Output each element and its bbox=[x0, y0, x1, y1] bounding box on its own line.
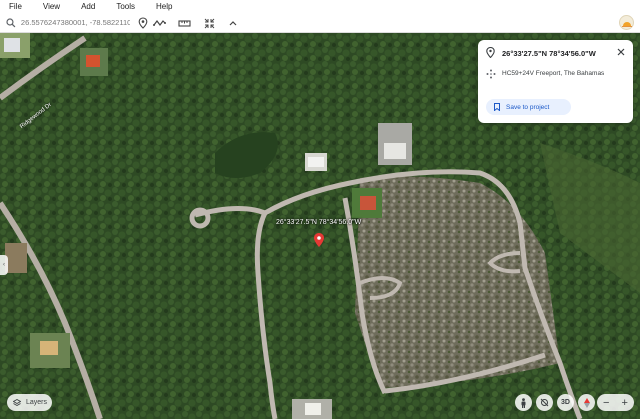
close-icon[interactable] bbox=[616, 47, 626, 57]
measure-button[interactable] bbox=[177, 16, 191, 30]
location-info-card: 26°33'27.5"N 78°34'56.0"W HC59+24V Freep… bbox=[478, 40, 633, 123]
dropped-pin-icon[interactable] bbox=[314, 233, 324, 247]
menu-help[interactable]: Help bbox=[156, 2, 172, 11]
menu-tools[interactable]: Tools bbox=[116, 2, 135, 11]
compass-icon bbox=[583, 397, 590, 408]
save-to-project-label: Save to project bbox=[506, 103, 550, 111]
bookmark-icon bbox=[494, 103, 500, 111]
path-tool-button[interactable] bbox=[152, 16, 166, 30]
plus-code-icon bbox=[486, 69, 496, 79]
location-pin-icon bbox=[486, 47, 495, 58]
side-panel-handle[interactable]: ‹ bbox=[0, 255, 8, 275]
zoom-in-button[interactable]: + bbox=[622, 397, 628, 409]
menu-add[interactable]: Add bbox=[81, 2, 95, 11]
menu-file[interactable]: File bbox=[9, 2, 22, 11]
pegman-icon bbox=[521, 397, 526, 408]
card-title: 26°33'27.5"N 78°34'56.0"W bbox=[502, 49, 596, 58]
chevron-up-icon bbox=[229, 21, 237, 26]
layers-label: Layers bbox=[26, 399, 48, 406]
search-icon bbox=[6, 17, 16, 27]
menu-bar: File View Add Tools Help bbox=[0, 0, 640, 12]
avatar[interactable] bbox=[619, 15, 634, 30]
zoom-out-button[interactable]: − bbox=[603, 397, 609, 409]
pin-tool-button[interactable] bbox=[136, 16, 150, 30]
sun-avatar-icon bbox=[621, 21, 632, 27]
pin-coordinate-label: 26°33'27.5"N 78°34'56.0"W bbox=[276, 219, 362, 226]
layers-icon bbox=[13, 398, 21, 406]
compass-button[interactable] bbox=[578, 394, 595, 411]
menu-view[interactable]: View bbox=[43, 2, 60, 11]
location-pin-icon bbox=[138, 17, 148, 29]
expand-toolbar-button[interactable] bbox=[226, 16, 240, 30]
save-to-project-button[interactable]: Save to project bbox=[486, 99, 571, 115]
collapse-icon bbox=[204, 18, 214, 28]
collapse-toolbar-button[interactable] bbox=[202, 16, 216, 30]
zoom-control: − + bbox=[597, 394, 634, 411]
ruler-icon bbox=[177, 19, 191, 27]
toggle-location-button[interactable] bbox=[536, 394, 553, 411]
path-icon bbox=[152, 20, 166, 26]
toggle-3d-button[interactable]: 3D bbox=[557, 394, 574, 411]
search-input[interactable] bbox=[20, 18, 130, 27]
street-view-button[interactable] bbox=[515, 394, 532, 411]
search-box[interactable] bbox=[4, 15, 130, 30]
layers-button[interactable]: Layers bbox=[7, 394, 52, 411]
location-off-icon bbox=[540, 398, 549, 407]
plus-code-text: HC59+24V Freeport, The Bahamas bbox=[502, 70, 605, 77]
toolbar bbox=[0, 12, 640, 33]
